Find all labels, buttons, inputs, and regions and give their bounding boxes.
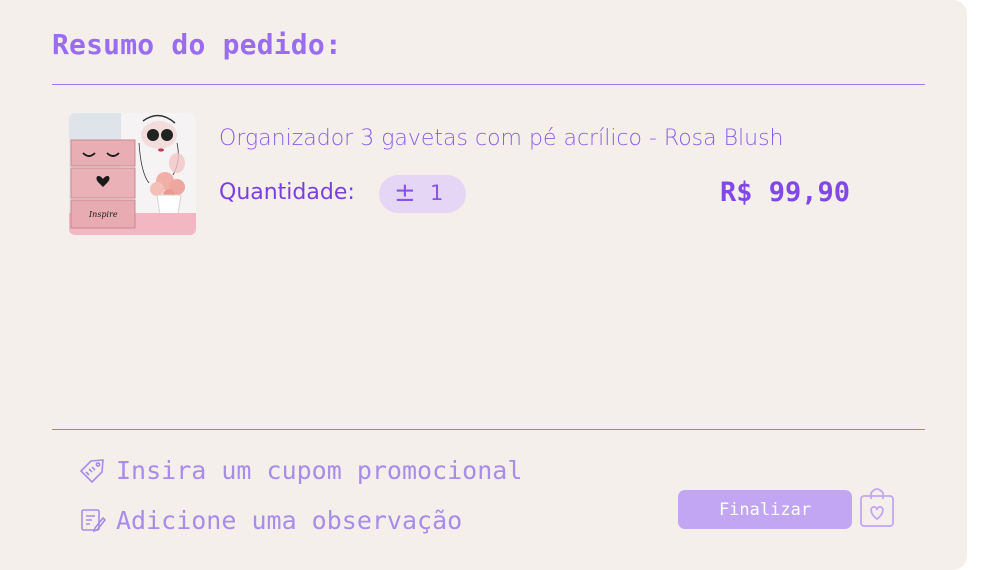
note-edit-icon	[78, 506, 107, 534]
plus-minus-icon[interactable]: ±	[394, 178, 416, 208]
quantity-value: 1	[430, 181, 444, 205]
shopping-bag-heart-icon[interactable]	[858, 485, 896, 529]
product-name: Organizador 3 gavetas com pé acrílico - …	[219, 126, 784, 151]
order-summary-card: Resumo do pedido: Inspire Organizador 3 …	[0, 0, 967, 570]
coupon-link-label[interactable]: Insira um cupom promocional	[116, 456, 522, 485]
top-divider	[52, 84, 925, 85]
coupon-link[interactable]: Insira um cupom promocional	[78, 454, 522, 486]
quantity-stepper[interactable]: ± 1	[379, 175, 466, 213]
svg-text:Inspire: Inspire	[88, 210, 118, 219]
bottom-divider	[52, 429, 925, 430]
note-link[interactable]: Adicione uma observação	[78, 504, 462, 536]
product-price: R$ 99,90	[720, 177, 851, 208]
finalize-button[interactable]: Finalizar	[678, 490, 852, 529]
note-link-label[interactable]: Adicione uma observação	[116, 506, 462, 535]
product-thumbnail: Inspire	[69, 113, 196, 235]
page-title: Resumo do pedido:	[52, 28, 342, 61]
quantity-label: Quantidade:	[219, 180, 355, 205]
tag-icon	[78, 456, 106, 484]
